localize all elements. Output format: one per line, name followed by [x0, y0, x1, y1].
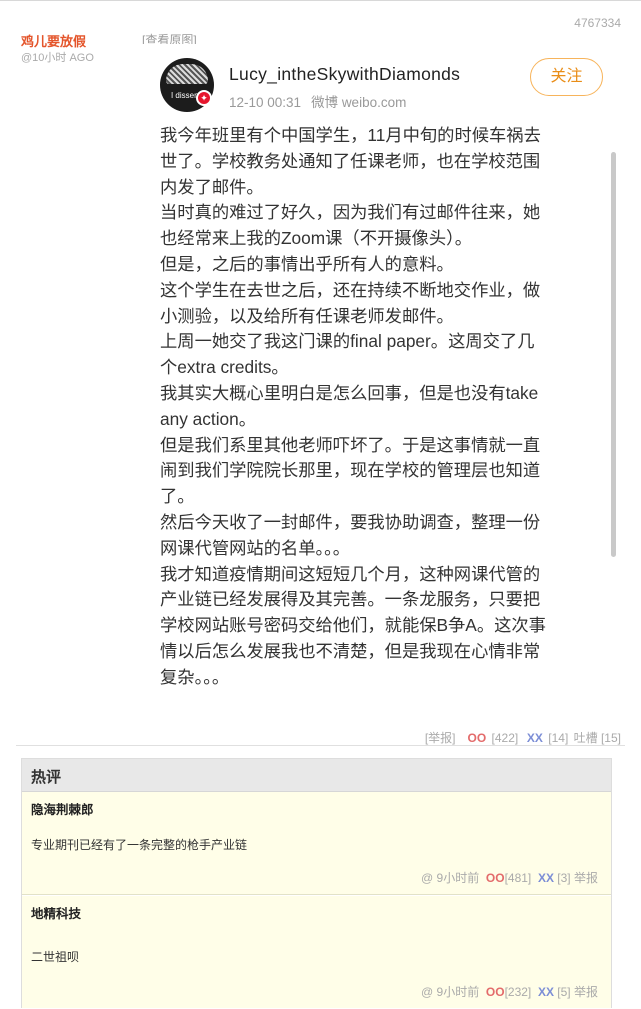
post-id[interactable]: 4767334 [574, 16, 621, 30]
oo-count: [232] [504, 985, 532, 999]
post-line: 小测验，以及给所有任课老师发邮件。 [160, 305, 454, 326]
weibo-meta: 12-10 00:31 微博 weibo.com [229, 91, 416, 111]
comment-author[interactable]: 地精科技 [31, 903, 81, 922]
post-line: 当时真的难过了好久，因为我们有过邮件往来，她 [160, 202, 541, 223]
post-line: 了。 [160, 486, 195, 507]
weibo-post-body: 我今年班里有个中国学生，11月中旬的时候车祸去 世了。学校教务处通知了任课老师，… [160, 123, 598, 691]
weibo-source: 微博 weibo.com [311, 95, 407, 110]
report-link[interactable]: 举报 [574, 985, 598, 999]
post-line: 产业链已经发展得及其完善。一条龙服务，只要把 [160, 589, 541, 610]
post-line: 这个学生在去世之后，还在持续不断地交作业，做 [160, 279, 541, 300]
reply-at-button[interactable]: @ [421, 871, 433, 885]
verified-badge-icon: ✦ [196, 90, 212, 106]
xx-count: [5] [557, 985, 571, 999]
post-author[interactable]: 鸡儿要放假 [21, 31, 86, 50]
post-line: 闹到我们学院院长那里，现在学校的管理层也知道 [160, 460, 541, 481]
post-line: 我其实大概心里明白是怎么回事，但是也没有take [160, 382, 539, 403]
post-line: 然后今天收了一封邮件，要我协助调查，整理一份 [160, 511, 541, 532]
post-line: 我今年班里有个中国学生，11月中旬的时候车祸去 [160, 125, 541, 145]
post-line: 个extra credits。 [160, 357, 289, 378]
hot-comments: 热评 隐海荆棘郎 专业期刊已经有了一条完整的枪手产业链 @ 9小时前 OO[48… [21, 758, 612, 1008]
weibo-date: 12-10 00:31 [229, 95, 302, 110]
weibo-screenshot: I dissent. ✦ Lucy_intheSkywithDiamonds 1… [142, 44, 623, 717]
post-actions: [举报] OO [422] XX [14] 吐槽 [15] [423, 729, 621, 746]
section-divider [16, 745, 625, 746]
xx-vote-button[interactable]: XX [527, 731, 543, 745]
post-line: 复杂。。。 [160, 666, 230, 687]
complain-link[interactable]: 吐槽 [15] [574, 731, 621, 745]
post-line: any action。 [160, 408, 257, 429]
oo-count: [481] [504, 871, 532, 885]
post-line: 世了。学校教务处通知了任课老师，也在学校范围 [160, 150, 541, 171]
post-line: 也经常来上我的Zoom课（不开摄像头）。 [160, 228, 473, 249]
xx-vote-button[interactable]: XX [538, 871, 554, 885]
oo-vote-button[interactable]: OO [468, 731, 487, 745]
avatar-pattern [166, 64, 208, 84]
oo-count: [422] [491, 731, 519, 745]
weibo-username: Lucy_intheSkywithDiamonds [229, 64, 461, 84]
reply-at-button[interactable]: @ [421, 985, 433, 999]
comment-time: 9小时前 [436, 871, 480, 885]
post-line: 内发了邮件。 [160, 176, 264, 197]
post-line: 情以后怎么发展我也不清楚，但是我现在心情非常 [160, 640, 541, 661]
comment-time: 9小时前 [436, 985, 480, 999]
post-line: 我才知道疫情期间这短短几个月，这种网课代管的 [160, 563, 541, 584]
post-time: @10小时 AGO [21, 52, 94, 64]
comment-author[interactable]: 隐海荆棘郎 [31, 799, 94, 818]
comment-item: 隐海荆棘郎 专业期刊已经有了一条完整的枪手产业链 @ 9小时前 OO[481] … [22, 792, 611, 895]
xx-count: [14] [548, 731, 569, 745]
xx-vote-button[interactable]: XX [538, 985, 554, 999]
top-divider [0, 0, 641, 1]
comment-actions: @ 9小时前 OO[232] XX [5] 举报 [421, 983, 598, 1000]
hot-comments-title: 热评 [31, 769, 62, 786]
post-line: 网课代管网站的名单。。。 [160, 537, 351, 558]
comment-text: 二世祖呗 [31, 950, 80, 964]
report-link[interactable]: [举报] [425, 731, 456, 745]
comment-actions: @ 9小时前 OO[481] XX [3] 举报 [421, 869, 598, 886]
oo-vote-button[interactable]: OO [486, 985, 505, 999]
comment-text: 专业期刊已经有了一条完整的枪手产业链 [31, 838, 248, 852]
post-line: 但是我们系里其他老师吓坏了。于是这事情就一直 [160, 434, 541, 455]
hot-comments-header: 热评 [22, 759, 611, 792]
post-line: 但是，之后的事情出乎所有人的意料。 [160, 253, 454, 274]
post-line: 上周一她交了我这门课的final paper。这周交了几 [160, 331, 535, 352]
follow-button: 关注 [530, 58, 603, 96]
comment-item: 地精科技 二世祖呗 @ 9小时前 OO[232] XX [5] 举报 [22, 896, 611, 1008]
scrollbar-thumb [611, 152, 616, 557]
post-line: 学校网站账号密码交给他们，就能保B争A。这次事 [160, 615, 546, 636]
xx-count: [3] [557, 871, 571, 885]
oo-vote-button[interactable]: OO [486, 871, 505, 885]
report-link[interactable]: 举报 [574, 871, 598, 885]
